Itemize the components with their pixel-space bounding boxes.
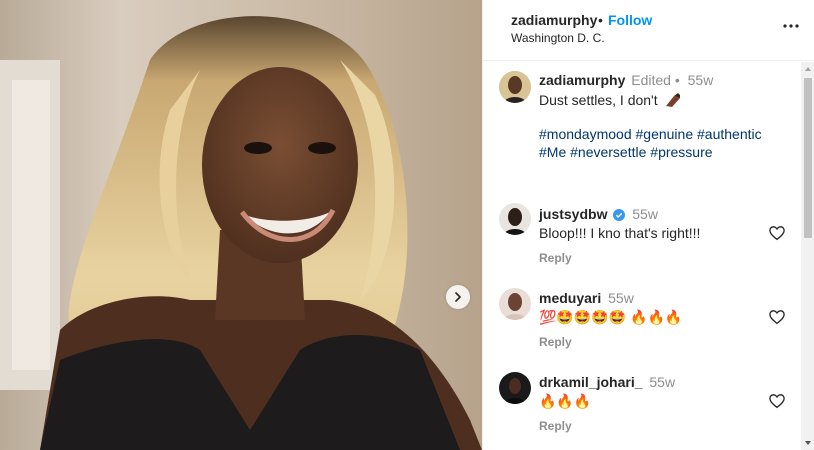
post-photo <box>0 0 482 450</box>
comment-avatar[interactable] <box>499 372 531 404</box>
hashtags-line-2[interactable]: #Me #neversettle #pressure <box>539 143 713 161</box>
comment-avatar[interactable] <box>499 203 531 235</box>
comment-username[interactable]: meduyari <box>539 290 601 306</box>
verified-badge-icon <box>613 209 626 221</box>
caption-text-row: Dust settles, I don't <box>539 92 682 108</box>
caption-avatar[interactable] <box>499 71 531 103</box>
hashtags-line-1[interactable]: #mondaymood #genuine #authentic <box>539 125 762 143</box>
comment-time[interactable]: 55w <box>649 374 675 390</box>
caption-text: Dust settles, I don't <box>539 92 658 108</box>
nail-polish-emoji <box>665 93 680 107</box>
edited-label: Edited <box>631 72 671 88</box>
heart-outline-icon[interactable] <box>768 392 786 410</box>
heart-outline-icon[interactable] <box>768 224 786 242</box>
caption-separator: • <box>674 72 680 88</box>
comment-header: meduyari 55w <box>539 290 634 306</box>
caption-time[interactable]: 55w <box>688 72 714 88</box>
avatar-image <box>499 71 531 103</box>
location-link[interactable]: Washington D. C. <box>511 31 605 45</box>
comment-header: justsydbw 55w <box>539 206 658 222</box>
comment-time[interactable]: 55w <box>608 290 634 306</box>
next-image-button[interactable] <box>446 285 470 309</box>
reply-button[interactable]: Reply <box>539 419 572 433</box>
comments-scrollbar[interactable] <box>801 62 814 450</box>
more-options-button[interactable] <box>781 16 801 36</box>
portrait-image <box>0 0 482 450</box>
scroll-down-arrow-icon[interactable] <box>804 439 812 447</box>
avatar-image <box>499 288 531 320</box>
more-options-icon <box>783 24 799 28</box>
comment-text: Bloop!!! I kno that's right!!! <box>539 225 701 241</box>
comment-avatar[interactable] <box>499 288 531 320</box>
comment-header: drkamil_johari_ 55w <box>539 374 675 390</box>
avatar-image <box>499 203 531 235</box>
comment-username[interactable]: justsydbw <box>539 206 607 222</box>
avatar-image <box>499 372 531 404</box>
header-username[interactable]: zadiamurphy <box>511 12 597 28</box>
comment-time[interactable]: 55w <box>632 206 658 222</box>
reply-button[interactable]: Reply <box>539 335 572 349</box>
scroll-up-arrow-icon[interactable] <box>804 65 812 73</box>
scrollbar-thumb[interactable] <box>804 78 812 238</box>
comment-text: 🔥🔥🔥 <box>539 393 592 409</box>
comments-list: zadiamurphy Edited • 55w Dust settles, I… <box>483 62 801 450</box>
caption-header: zadiamurphy Edited • 55w <box>539 72 713 88</box>
chevron-right-icon <box>455 292 461 302</box>
heart-outline-icon[interactable] <box>768 308 786 326</box>
follow-button[interactable]: Follow <box>608 12 652 28</box>
header-separator: • <box>598 12 603 28</box>
post-header: zadiamurphy • Follow Washington D. C. <box>483 0 814 61</box>
caption-username[interactable]: zadiamurphy <box>539 72 625 88</box>
post-side-panel: zadiamurphy • Follow Washington D. C. za… <box>482 0 814 450</box>
comment-text: 💯🤩🤩🤩🤩 🔥🔥🔥 <box>539 309 683 325</box>
comment-username[interactable]: drkamil_johari_ <box>539 374 643 390</box>
reply-button[interactable]: Reply <box>539 251 572 265</box>
